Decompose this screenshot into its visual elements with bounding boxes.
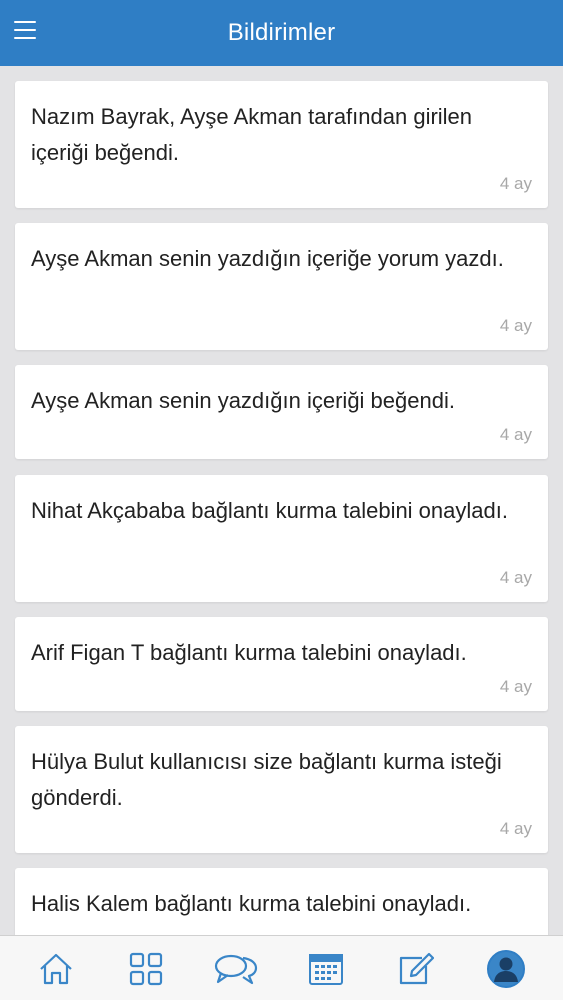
notification-item[interactable]: Nazım Bayrak, Ayşe Akman tarafından giri…	[15, 81, 548, 208]
notification-time: 4 ay	[499, 174, 532, 193]
notification-text: Ayşe Akman senin yazdığın içeriği beğend…	[31, 388, 455, 413]
notification-item[interactable]: Ayşe Akman senin yazdığın içeriği beğend…	[15, 365, 548, 459]
bottom-tab-bar	[0, 935, 563, 1000]
app-header: Bildirimler	[0, 0, 563, 66]
tab-grid[interactable]	[101, 936, 191, 1000]
notification-item[interactable]: Nihat Akçababa bağlantı kurma talebini o…	[15, 475, 548, 602]
notification-time: 4 ay	[499, 677, 532, 696]
tab-home[interactable]	[11, 936, 101, 1000]
notification-time: 4 ay	[499, 316, 532, 335]
notification-item[interactable]: Ayşe Akman senin yazdığın içeriğe yorum …	[15, 223, 548, 350]
notification-item[interactable]: Arif Figan T bağlantı kurma talebini ona…	[15, 617, 548, 711]
edit-icon	[399, 952, 434, 984]
tab-profile[interactable]	[461, 936, 551, 1000]
tab-compose[interactable]	[371, 936, 461, 1000]
notification-time: 4 ay	[499, 568, 532, 587]
notification-list[interactable]: Nazım Bayrak, Ayşe Akman tarafından giri…	[0, 66, 563, 935]
profile-icon	[487, 949, 525, 988]
notification-time: 4 ay	[499, 819, 532, 838]
notification-time: 4 ay	[499, 425, 532, 444]
notification-text: Hülya Bulut kullanıcısı size bağlantı ku…	[31, 749, 502, 810]
notification-text: Halis Kalem bağlantı kurma talebini onay…	[31, 891, 472, 916]
chat-bubbles-icon	[214, 954, 258, 984]
page-title: Bildirimler	[227, 19, 336, 46]
hamburger-menu-icon[interactable]	[14, 21, 36, 41]
grid-icon	[129, 952, 163, 985]
notification-text: Nihat Akçababa bağlantı kurma talebini o…	[31, 498, 508, 523]
notification-item[interactable]: Halis Kalem bağlantı kurma talebini onay…	[15, 868, 548, 935]
notification-text: Ayşe Akman senin yazdığın içeriğe yorum …	[31, 246, 504, 271]
calendar-icon	[309, 953, 343, 985]
notification-text: Nazım Bayrak, Ayşe Akman tarafından giri…	[31, 104, 473, 165]
tab-calendar[interactable]	[281, 936, 371, 1000]
home-icon	[40, 953, 72, 984]
notification-item[interactable]: Hülya Bulut kullanıcısı size bağlantı ku…	[15, 726, 548, 853]
tab-messages[interactable]	[191, 936, 281, 1000]
notification-text: Arif Figan T bağlantı kurma talebini ona…	[31, 640, 467, 665]
